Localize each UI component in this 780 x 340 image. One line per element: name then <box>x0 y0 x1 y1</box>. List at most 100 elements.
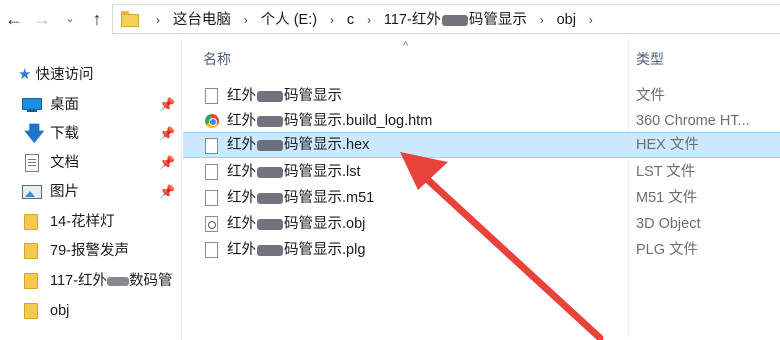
file-name-suffix: 码管显示.lst <box>284 164 361 180</box>
file-name-suffix: 码管显示.build_log.htm <box>284 113 433 129</box>
sidebar-item-label: 14-花样灯 <box>50 214 115 230</box>
folder-icon <box>22 243 42 259</box>
file-row[interactable]: 红外 码管显示.plg PLG 文件 <box>183 237 780 263</box>
up-arrow-icon[interactable]: ↑ <box>84 6 110 32</box>
browser-icon <box>205 113 219 129</box>
sidebar-item-obj[interactable]: obj <box>22 297 182 325</box>
file-name-suffix: 码管显示.plg <box>284 242 366 258</box>
pin-icon[interactable]: 📌 <box>159 120 175 148</box>
column-header-type[interactable]: 类型 <box>636 38 664 76</box>
file-name-prefix: 红外 <box>227 216 256 232</box>
sidebar-label-prefix: 117-红外 <box>50 273 107 289</box>
file-type: 文件 <box>636 88 665 104</box>
sidebar-item-label: 文档 <box>50 155 79 171</box>
redaction-mark <box>257 90 283 102</box>
file-row[interactable]: 红外 码管显示.build_log.htm 360 Chrome HT... <box>183 108 780 134</box>
file-icon <box>205 190 218 206</box>
redaction-mark <box>441 14 468 26</box>
file-name-prefix: 红外 <box>227 137 256 153</box>
breadcrumb-project-suffix: 码管显示 <box>468 12 527 28</box>
file-name: 红外 码管显示.build_log.htm <box>227 108 432 134</box>
file-name-suffix: 码管显示.obj <box>284 216 366 232</box>
sidebar-item-pictures[interactable]: 图片 📌 <box>22 178 182 206</box>
sidebar-item-label: 桌面 <box>50 97 79 113</box>
redaction-mark <box>106 276 129 286</box>
file-name-prefix: 红外 <box>227 164 256 180</box>
forward-arrow-icon[interactable]: → <box>30 6 54 32</box>
file-name-prefix: 红外 <box>227 88 256 104</box>
file-type: HEX 文件 <box>636 137 699 153</box>
file-icon <box>205 88 218 104</box>
breadcrumb-separator-icon[interactable]: › <box>244 6 248 34</box>
quick-access-header[interactable]: ★ 快速访问 <box>18 64 93 86</box>
address-bar[interactable]: › 这台电脑 › 个人 (E:) › c › 117-红外 码管显示 › obj … <box>112 4 780 34</box>
redaction-mark <box>257 115 283 127</box>
sidebar-item-label: 117-红外 数码管 <box>50 267 172 295</box>
sidebar-item-downloads[interactable]: 🡇 下载 📌 <box>22 120 182 148</box>
redaction-mark <box>257 166 283 178</box>
file-row-selected[interactable]: 红外 码管显示.hex HEX 文件 <box>183 132 780 158</box>
star-icon: ★ <box>18 66 32 83</box>
file-row[interactable]: 红外 码管显示.obj 3D Object <box>183 211 780 237</box>
breadcrumb-drive-e[interactable]: 个人 (E:) <box>261 6 317 34</box>
breadcrumb-separator-icon[interactable]: › <box>156 6 160 34</box>
sidebar-item-desktop[interactable]: 桌面 📌 <box>22 91 182 119</box>
pin-icon[interactable]: 📌 <box>159 178 175 206</box>
file-name: 红外 码管显示.plg <box>227 237 365 263</box>
folder-icon <box>22 214 42 230</box>
file-name: 红外 码管显示 <box>227 83 342 109</box>
file-name-prefix: 红外 <box>227 113 256 129</box>
file-name-prefix: 红外 <box>227 190 256 206</box>
file-icon <box>205 164 218 180</box>
pin-icon[interactable]: 📌 <box>159 91 175 119</box>
folder-icon <box>121 11 139 27</box>
sidebar-item-folder-14[interactable]: 14-花样灯 <box>22 208 182 236</box>
file-type: 3D Object <box>636 216 701 232</box>
file-icon <box>205 138 218 154</box>
breadcrumb-separator-icon[interactable]: › <box>330 6 334 34</box>
sidebar-item-folder-117[interactable]: 117-红外 数码管 <box>22 267 182 295</box>
sidebar-item-folder-79[interactable]: 79-报警发声 <box>22 237 182 265</box>
breadcrumb-this-pc[interactable]: 这台电脑 <box>173 6 231 34</box>
redaction-mark <box>257 139 283 151</box>
breadcrumb-separator-icon[interactable]: › <box>540 6 544 34</box>
file-name: 红外 码管显示.obj <box>227 211 365 237</box>
file-row[interactable]: 红外 码管显示.lst LST 文件 <box>183 159 780 185</box>
redaction-mark <box>257 244 283 256</box>
file-name-suffix: 码管显示.m51 <box>284 190 375 206</box>
file-name: 红外 码管显示.m51 <box>227 185 374 211</box>
sidebar-item-documents[interactable]: 文档 📌 <box>22 149 182 177</box>
quick-access-label: 快速访问 <box>35 67 94 83</box>
breadcrumb-project-folder[interactable]: 117-红外 码管显示 <box>384 6 527 34</box>
pin-icon[interactable]: 📌 <box>159 149 175 177</box>
breadcrumb-c[interactable]: c <box>347 6 354 34</box>
desktop-icon <box>22 97 42 113</box>
file-icon <box>205 242 218 258</box>
sidebar-item-label: obj <box>50 303 70 319</box>
file-name: 红外 码管显示.lst <box>227 159 361 185</box>
column-header-name[interactable]: 名称 <box>203 38 231 76</box>
sort-ascending-icon: ^ <box>403 40 409 52</box>
file-type: PLG 文件 <box>636 242 699 258</box>
breadcrumb-obj[interactable]: obj <box>557 6 576 34</box>
sidebar-label-suffix: 数码管 <box>128 273 173 289</box>
file-list-pane: ^ 名称 类型 红外 码管显示 文件 红外 码管显示.build_log.htm 3… <box>183 38 780 340</box>
folder-icon <box>22 303 42 319</box>
3d-object-icon <box>205 216 218 232</box>
sidebar-item-label: 图片 <box>50 184 79 200</box>
file-row[interactable]: 红外 码管显示 文件 <box>183 83 780 109</box>
breadcrumb-separator-icon[interactable]: › <box>589 6 593 34</box>
file-type: 360 Chrome HT... <box>636 113 750 129</box>
file-name-suffix: 码管显示.hex <box>284 137 370 153</box>
breadcrumb-project-prefix: 117-红外 <box>383 12 441 28</box>
back-arrow-icon[interactable]: ← <box>2 6 26 32</box>
redaction-mark <box>257 218 283 230</box>
documents-icon <box>22 154 42 172</box>
file-row[interactable]: 红外 码管显示.m51 M51 文件 <box>183 185 780 211</box>
file-name: 红外 码管显示.hex <box>227 133 369 157</box>
folder-icon <box>22 273 42 289</box>
redaction-mark <box>257 192 283 204</box>
breadcrumb-separator-icon[interactable]: › <box>367 6 371 34</box>
recent-locations-chevron-icon[interactable]: ⌄ <box>58 6 82 32</box>
navigation-pane: ★ 快速访问 桌面 📌 🡇 下载 📌 文档 📌 图片 📌 14-花样灯 79-报警… <box>0 38 182 340</box>
